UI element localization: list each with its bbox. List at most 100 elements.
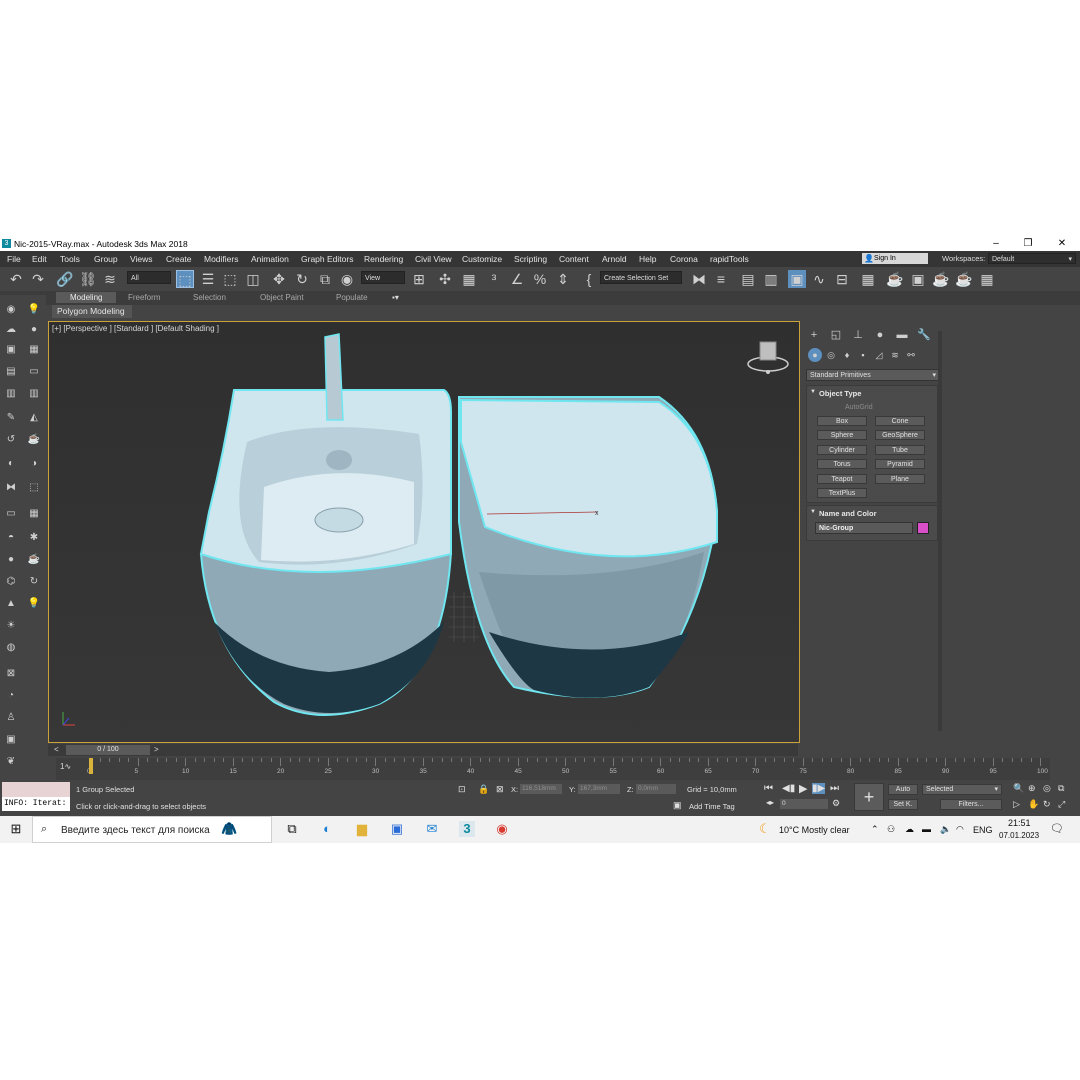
tab-object-paint[interactable]: Object Paint bbox=[260, 293, 304, 302]
plane2-icon[interactable]: ▭ bbox=[4, 507, 18, 521]
motion-tab-icon[interactable]: ● bbox=[872, 327, 888, 343]
tab-freeform[interactable]: Freeform bbox=[128, 293, 160, 302]
plane-button[interactable]: Plane bbox=[875, 474, 925, 484]
collapse-icon[interactable]: ▼ bbox=[810, 389, 816, 395]
key-filters-button[interactable]: Filters... bbox=[940, 799, 1002, 810]
perspective-viewport[interactable]: [+] [Perspective ] [Standard ] [Default … bbox=[48, 321, 800, 743]
name-color-title[interactable]: Name and Color bbox=[819, 509, 877, 518]
time-tag-icon[interactable]: ▣ bbox=[673, 800, 682, 811]
rendered-frame-icon[interactable]: ▣ bbox=[909, 270, 927, 288]
pyramid-button[interactable]: Pyramid bbox=[875, 459, 925, 469]
category-dropdown[interactable]: Standard Primitives ▾ bbox=[806, 369, 940, 381]
hierarchy-tab-icon[interactable]: ⊥ bbox=[850, 327, 866, 343]
spacewarps-icon[interactable]: ≋ bbox=[888, 348, 902, 362]
teapot-button[interactable]: Teapot bbox=[817, 474, 867, 484]
light-icon[interactable]: 💡 bbox=[27, 303, 41, 317]
curve-icon[interactable]: 1∿ bbox=[60, 762, 71, 771]
menu-views[interactable]: Views bbox=[130, 254, 153, 264]
grid3-icon[interactable]: ⊠ bbox=[4, 667, 18, 681]
menu-scripting[interactable]: Scripting bbox=[514, 254, 547, 264]
arrow-icon[interactable]: ◭ bbox=[27, 411, 41, 425]
bind-space-warp-icon[interactable]: ≋ bbox=[101, 270, 119, 288]
auto-key-button[interactable]: Auto bbox=[888, 784, 918, 795]
create-icon[interactable]: ◉ bbox=[4, 303, 18, 317]
3dsmax-taskbar-icon[interactable]: 3 bbox=[459, 821, 475, 837]
sun2-icon[interactable]: ◍ bbox=[4, 641, 18, 655]
arc-rotate-icon[interactable]: ↻ bbox=[1043, 799, 1051, 810]
menu-animation[interactable]: Animation bbox=[251, 254, 289, 264]
close-icon[interactable]: ✕ bbox=[1052, 238, 1072, 249]
cylinder-icon[interactable]: ⬚ bbox=[27, 481, 41, 495]
windows-start-icon[interactable]: ⊞ bbox=[8, 821, 24, 837]
align-icon[interactable]: ≡ bbox=[712, 270, 730, 288]
prev-frame-icon[interactable]: < bbox=[54, 745, 59, 754]
toggle-ribbon-icon[interactable]: ▣ bbox=[788, 270, 806, 288]
next-key-icon[interactable]: ▮▶ bbox=[812, 783, 826, 794]
people-icon[interactable]: ⚇ bbox=[887, 824, 895, 835]
tube-button[interactable]: Tube bbox=[875, 445, 925, 455]
play-icon[interactable]: ▶ bbox=[799, 782, 807, 795]
menu-graph-editors[interactable]: Graph Editors bbox=[301, 254, 353, 264]
panel-scrollbar[interactable] bbox=[938, 331, 942, 731]
shape3-icon[interactable]: ◑ bbox=[27, 457, 41, 471]
box-icon[interactable]: ▣ bbox=[4, 343, 18, 357]
menu-modifiers[interactable]: Modifiers bbox=[204, 254, 238, 264]
scene-explorer-icon[interactable]: ▤ bbox=[739, 270, 757, 288]
cone-icon[interactable]: ▲ bbox=[4, 597, 18, 611]
rotate2-icon[interactable]: ↻ bbox=[27, 575, 41, 589]
zoom-icon[interactable]: 🔍 bbox=[1013, 783, 1024, 794]
lock-icon[interactable]: 🔒 bbox=[478, 784, 489, 795]
menu-help[interactable]: Help bbox=[639, 254, 656, 264]
render-setup-icon[interactable]: ☕ bbox=[886, 270, 904, 288]
curve-editor-icon[interactable]: ∿ bbox=[810, 270, 828, 288]
shapes-icon[interactable]: ◎ bbox=[824, 348, 838, 362]
unlink-icon[interactable]: ⛓ bbox=[79, 270, 97, 288]
leaf-icon[interactable]: ❦ bbox=[4, 755, 18, 769]
placement-icon[interactable]: ◉ bbox=[338, 270, 356, 288]
keyboard-shortcut-icon[interactable]: ▦ bbox=[460, 270, 478, 288]
prev-key-icon[interactable]: ◀▮ bbox=[782, 783, 795, 794]
selection-filter-dropdown[interactable]: All bbox=[127, 271, 171, 284]
menu-tools[interactable]: Tools bbox=[60, 254, 80, 264]
modify-tab-icon[interactable]: ◱ bbox=[828, 327, 844, 343]
geometry-icon[interactable]: ● bbox=[808, 348, 822, 362]
display-tab-icon[interactable]: ▬ bbox=[894, 327, 910, 343]
window-crossing-icon[interactable]: ◫ bbox=[244, 270, 262, 288]
key-mode-icon[interactable]: ◂▸ bbox=[766, 798, 774, 807]
snap-3d-icon[interactable]: ³ bbox=[485, 270, 503, 288]
grid-icon[interactable]: ▦ bbox=[27, 343, 41, 357]
current-frame-field[interactable]: 0 bbox=[780, 799, 828, 809]
snowflake-icon[interactable]: ✱ bbox=[27, 531, 41, 545]
mirror-tool-icon[interactable]: ⧓ bbox=[4, 481, 18, 495]
utilities-tab-icon[interactable]: 🔧 bbox=[916, 327, 932, 343]
frame-counter[interactable]: 0 / 100 bbox=[66, 745, 150, 755]
point-icon[interactable]: ● bbox=[27, 323, 41, 337]
object-type-title[interactable]: Object Type bbox=[819, 389, 861, 398]
task-view-icon[interactable]: ⧉ bbox=[284, 821, 300, 837]
systems-icon[interactable]: ⚯ bbox=[904, 348, 918, 362]
menu-edit[interactable]: Edit bbox=[32, 254, 47, 264]
undo-icon[interactable]: ↶ bbox=[7, 270, 25, 288]
reference-coord-dropdown[interactable]: View bbox=[361, 271, 405, 284]
tab-selection[interactable]: Selection bbox=[193, 293, 226, 302]
select-object-icon[interactable]: ⬚ bbox=[176, 270, 194, 288]
plane-icon[interactable]: ▭ bbox=[27, 365, 41, 379]
time-config-icon[interactable]: ⚙ bbox=[832, 798, 840, 809]
track-bar[interactable]: 1∿ 0510152025303540455055606570758085909… bbox=[56, 758, 1050, 780]
collapse-icon[interactable]: ▼ bbox=[810, 509, 816, 515]
helpers-icon[interactable]: ◿ bbox=[872, 348, 886, 362]
volume-icon[interactable]: 🔈 bbox=[940, 824, 951, 835]
half-sphere-icon[interactable]: ◓ bbox=[4, 531, 18, 545]
next-frame-icon[interactable]: > bbox=[154, 745, 159, 754]
move-icon[interactable]: ✥ bbox=[270, 270, 288, 288]
sphere-button[interactable]: Sphere bbox=[817, 430, 867, 440]
scale-icon[interactable]: ⧉ bbox=[316, 270, 334, 288]
object-color-swatch[interactable] bbox=[917, 522, 929, 534]
torus-button[interactable]: Torus bbox=[817, 459, 867, 469]
battery-icon[interactable]: ▬ bbox=[922, 824, 931, 834]
maxscript-listener[interactable] bbox=[2, 782, 70, 797]
cloud-icon[interactable]: ☁ bbox=[905, 824, 914, 835]
chrome-icon[interactable]: ◉ bbox=[494, 821, 510, 837]
select-manipulate-icon[interactable]: ✣ bbox=[436, 270, 454, 288]
material-editor-icon[interactable]: ▦ bbox=[859, 270, 877, 288]
